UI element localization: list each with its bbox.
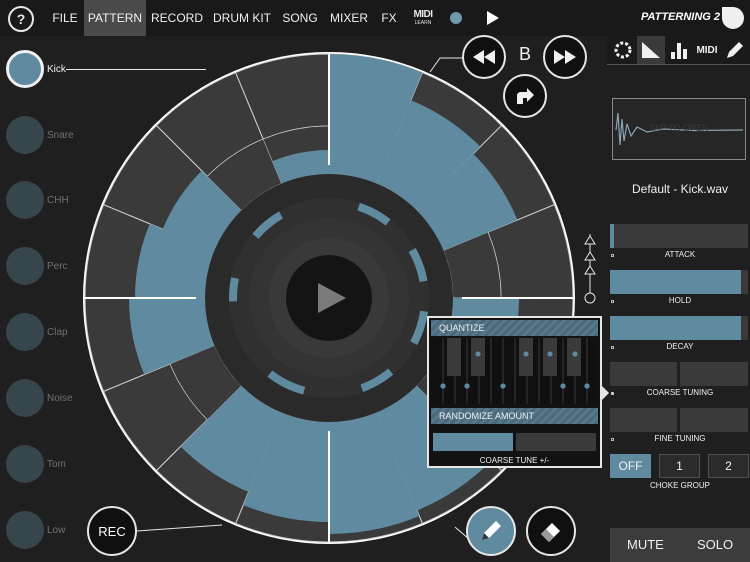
- quantize-popup: QUANTIZE RANDOMIZE AMOUNT COARSE TUNE +/…: [427, 316, 602, 468]
- rewind-icon: [473, 50, 495, 64]
- attack-slider[interactable]: [610, 224, 748, 248]
- choke-2-button[interactable]: 2: [708, 454, 749, 478]
- mute-button[interactable]: MUTE: [627, 537, 664, 552]
- record-button[interactable]: REC: [87, 506, 137, 556]
- coarse-tuning-slider[interactable]: [610, 362, 748, 386]
- accent-track-markers[interactable]: [582, 234, 598, 306]
- next-pattern-button[interactable]: [543, 35, 587, 79]
- tab-circle[interactable]: [609, 36, 637, 64]
- coarse-tune-label: COARSE TUNE +/-: [479, 456, 550, 465]
- slider-center: [677, 362, 680, 386]
- draw-tool-button[interactable]: [466, 506, 516, 556]
- circle-icon: [614, 41, 632, 59]
- midi-icon: MIDI: [696, 44, 718, 56]
- randomize-fill: [433, 433, 515, 451]
- fine-tuning-label: FINE TUNING: [654, 434, 706, 443]
- previous-pattern-button[interactable]: [462, 35, 506, 79]
- tab-envelope[interactable]: [637, 36, 665, 64]
- slider-center: [677, 408, 680, 432]
- tab-underline: [607, 64, 750, 65]
- choke-group-label: CHOKE GROUP: [649, 481, 710, 490]
- sample-name[interactable]: Default - Kick.wav: [610, 182, 750, 196]
- erase-tool-button[interactable]: [526, 506, 576, 556]
- levels-icon: [671, 43, 687, 59]
- randomize-slider[interactable]: [433, 433, 596, 451]
- slider-fill: [610, 224, 615, 248]
- quantize-title: QUANTIZE: [431, 320, 598, 336]
- hold-label: HOLD: [668, 296, 692, 305]
- slider-fill: [610, 270, 742, 294]
- decay-slider[interactable]: [610, 316, 748, 340]
- envelope-icon: [642, 42, 660, 58]
- waveform-display[interactable]: TAP TO OPEN: [612, 98, 746, 160]
- choke-off-button[interactable]: OFF: [610, 454, 651, 478]
- tab-draw[interactable]: [721, 36, 749, 64]
- redo-arrow-icon: [517, 88, 534, 104]
- pencil-icon: [727, 42, 743, 58]
- solo-button[interactable]: SOLO: [697, 537, 733, 552]
- waveform-hint: TAP TO OPEN: [649, 123, 709, 133]
- mute-solo-bar: MUTE SOLO: [610, 528, 750, 562]
- slider-fill: [610, 316, 742, 340]
- pattern-follow-button[interactable]: [503, 74, 547, 118]
- hold-slider[interactable]: [610, 270, 748, 294]
- tab-levels[interactable]: [665, 36, 693, 64]
- slider-divider: [513, 433, 516, 451]
- fine-tuning-slider[interactable]: [610, 408, 748, 432]
- popup-pointer: [600, 384, 609, 402]
- quantize-keyboard[interactable]: [431, 338, 598, 404]
- choke-1-button[interactable]: 1: [659, 454, 700, 478]
- decay-label: DECAY: [666, 342, 694, 351]
- pencil-icon: [482, 521, 501, 540]
- tab-midi[interactable]: MIDI: [693, 36, 721, 64]
- pattern-bank-letter: B: [518, 44, 531, 64]
- coarse-tuning-label: COARSE TUNING: [646, 388, 714, 397]
- randomize-title: RANDOMIZE AMOUNT: [431, 408, 598, 424]
- fast-forward-icon: [554, 50, 576, 64]
- attack-label: ATTACK: [664, 250, 696, 259]
- rec-leader-line: [136, 524, 223, 532]
- eraser-icon: [541, 523, 560, 542]
